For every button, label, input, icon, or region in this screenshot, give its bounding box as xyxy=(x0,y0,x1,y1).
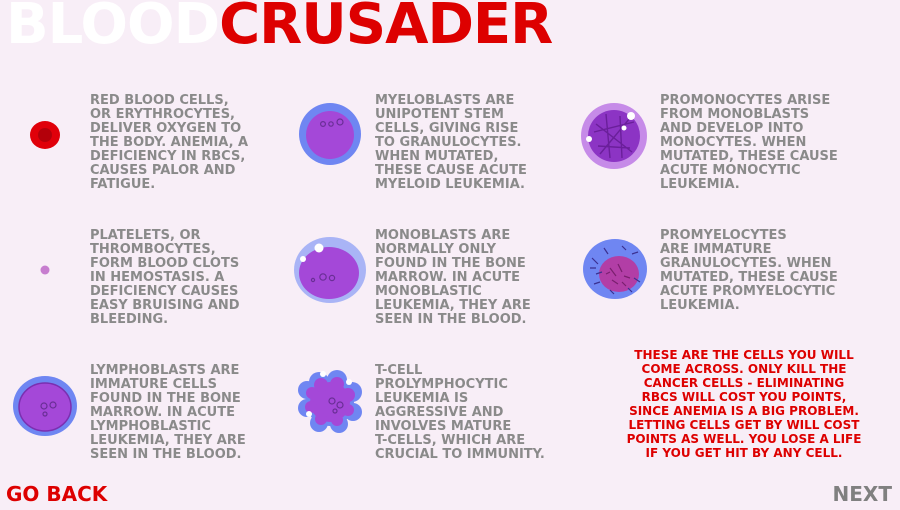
red-blood-cell-icon xyxy=(30,121,60,149)
go-back-button[interactable]: GO BACK xyxy=(6,482,107,506)
lymphoblast-description: LYMPHOBLASTS ARE IMMATURE CELLS FOUND IN… xyxy=(90,363,246,462)
myeloblast-icon xyxy=(299,103,361,165)
promonocyte-icon xyxy=(581,103,647,169)
t-cell-description: T-CELL PROLYMPHOCYTIC LEUKEMIA IS AGGRES… xyxy=(375,363,545,462)
promonocyte-description: PROMONOCYTES ARISE FROM MONOBLASTS AND D… xyxy=(660,93,838,192)
promyelocyte-icon xyxy=(583,239,647,299)
instructions-note: THESE ARE THE CELLS YOU WILL COME ACROSS… xyxy=(626,348,862,460)
promyelocyte-description: PROMYELOCYTES ARE IMMATURE GRANULOCYTES.… xyxy=(660,228,838,313)
t-cell-icon xyxy=(298,370,362,433)
myeloblast-description: MYELOBLASTS ARE UNIPOTENT STEM CELLS, GI… xyxy=(375,93,527,192)
platelet-icon xyxy=(40,265,50,275)
red-blood-cell-description: RED BLOOD CELLS, OR ERYTHROCYTES, DELIVE… xyxy=(90,93,249,192)
title-word-crusader: CRUSADER xyxy=(219,0,553,57)
title-word-blood: BLOOD xyxy=(6,0,220,57)
game-title: BLOODCRUSADER xyxy=(6,0,553,57)
platelet-description: PLATELETS, OR THROMBOCYTES, FORM BLOOD C… xyxy=(90,228,240,327)
monoblast-icon xyxy=(294,237,366,303)
next-button[interactable]: NEXT xyxy=(833,482,892,506)
monoblast-description: MONOBLASTS ARE NORMALLY ONLY FOUND IN TH… xyxy=(375,228,531,327)
lymphoblast-icon xyxy=(13,376,77,436)
